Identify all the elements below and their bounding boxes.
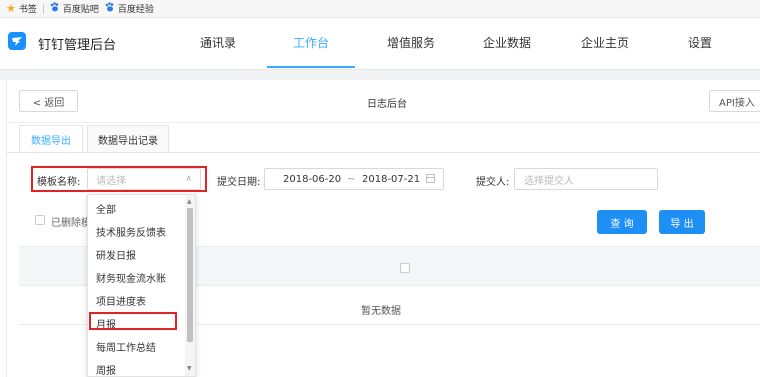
bookmark-label: 百度贴吧: [62, 5, 99, 15]
bookmark-item[interactable]: 百度贴吧: [50, 2, 99, 15]
dropdown-option[interactable]: 研发日报: [96, 247, 136, 262]
dropdown-option[interactable]: 每周工作总结: [96, 339, 156, 354]
dingtalk-logo-icon: [8, 32, 26, 50]
calendar-icon: [426, 174, 435, 183]
scroll-up-icon[interactable]: ▲: [187, 198, 192, 205]
baidu-paw-icon: [50, 2, 60, 15]
submitter-input[interactable]: 选择提交人: [514, 168, 658, 190]
header-divider: [7, 122, 760, 123]
option-highlight-box: [89, 312, 177, 330]
query-button[interactable]: 查 询: [597, 210, 647, 234]
nav-item-contacts[interactable]: 通讯录: [188, 34, 248, 51]
select-all-checkbox[interactable]: [400, 263, 410, 273]
dropdown-option[interactable]: 财务现金流水账: [96, 270, 166, 285]
deleted-template-label: 已删除模: [51, 218, 91, 229]
tab-data-export[interactable]: 数据导出: [19, 125, 83, 153]
dropdown-option[interactable]: 项目进度表: [96, 293, 146, 308]
date-separator: ~: [347, 174, 356, 185]
bookmark-label: 书签: [18, 5, 37, 15]
date-label: 提交日期:: [217, 177, 261, 188]
nav-item-enterprise-home[interactable]: 企业主页: [572, 34, 638, 51]
bookmark-folder[interactable]: ★ 书签: [6, 2, 37, 15]
tab-export-records[interactable]: 数据导出记录: [87, 125, 169, 153]
dropdown-option[interactable]: 技术服务反馈表: [96, 224, 166, 239]
bookmark-item[interactable]: 百度经验: [105, 2, 154, 15]
api-access-button[interactable]: API接入: [709, 90, 760, 112]
empty-state-text: 暂无数据: [361, 306, 401, 317]
star-icon: ★: [6, 2, 16, 15]
date-start: 2018-06-20: [283, 174, 342, 185]
template-dropdown: 全部 技术服务反馈表 研发日报 财务现金流水账 项目进度表 月报 每周工作总结 …: [87, 194, 196, 377]
dropdown-scrollbar-thumb[interactable]: [187, 208, 193, 342]
nav-item-workbench[interactable]: 工作台: [281, 34, 341, 51]
tabs-divider: [7, 152, 760, 153]
page-title: 日志后台: [367, 99, 407, 110]
top-navigation: 钉钉管理后台 通讯录 工作台 增值服务 企业数据 企业主页 设置: [0, 18, 760, 70]
scroll-down-icon[interactable]: ▼: [187, 365, 192, 372]
bookmark-divider: [42, 3, 44, 14]
date-range-picker[interactable]: 2018-06-20 ~ 2018-07-21: [264, 168, 444, 190]
back-button[interactable]: < 返回: [19, 90, 78, 112]
bookmark-label: 百度经验: [117, 5, 154, 15]
nav-item-settings[interactable]: 设置: [680, 34, 720, 51]
date-end: 2018-07-21: [362, 174, 421, 185]
template-highlight-box: [31, 166, 207, 192]
nav-item-enterprise-data[interactable]: 企业数据: [474, 34, 540, 51]
separator-band: [0, 70, 760, 80]
nav-item-value-added[interactable]: 增值服务: [378, 34, 444, 51]
active-tab-indicator: [267, 66, 355, 68]
bookmarks-bar: ★ 书签 百度贴吧 百度经验: [0, 0, 760, 18]
app-title: 钉钉管理后台: [38, 38, 117, 53]
dropdown-option[interactable]: 周报: [96, 362, 116, 376]
export-button[interactable]: 导 出: [659, 210, 705, 234]
dropdown-option[interactable]: 全部: [96, 201, 116, 216]
submitter-label: 提交人:: [476, 177, 510, 188]
deleted-template-checkbox[interactable]: [35, 215, 45, 225]
baidu-paw-icon: [105, 2, 115, 15]
